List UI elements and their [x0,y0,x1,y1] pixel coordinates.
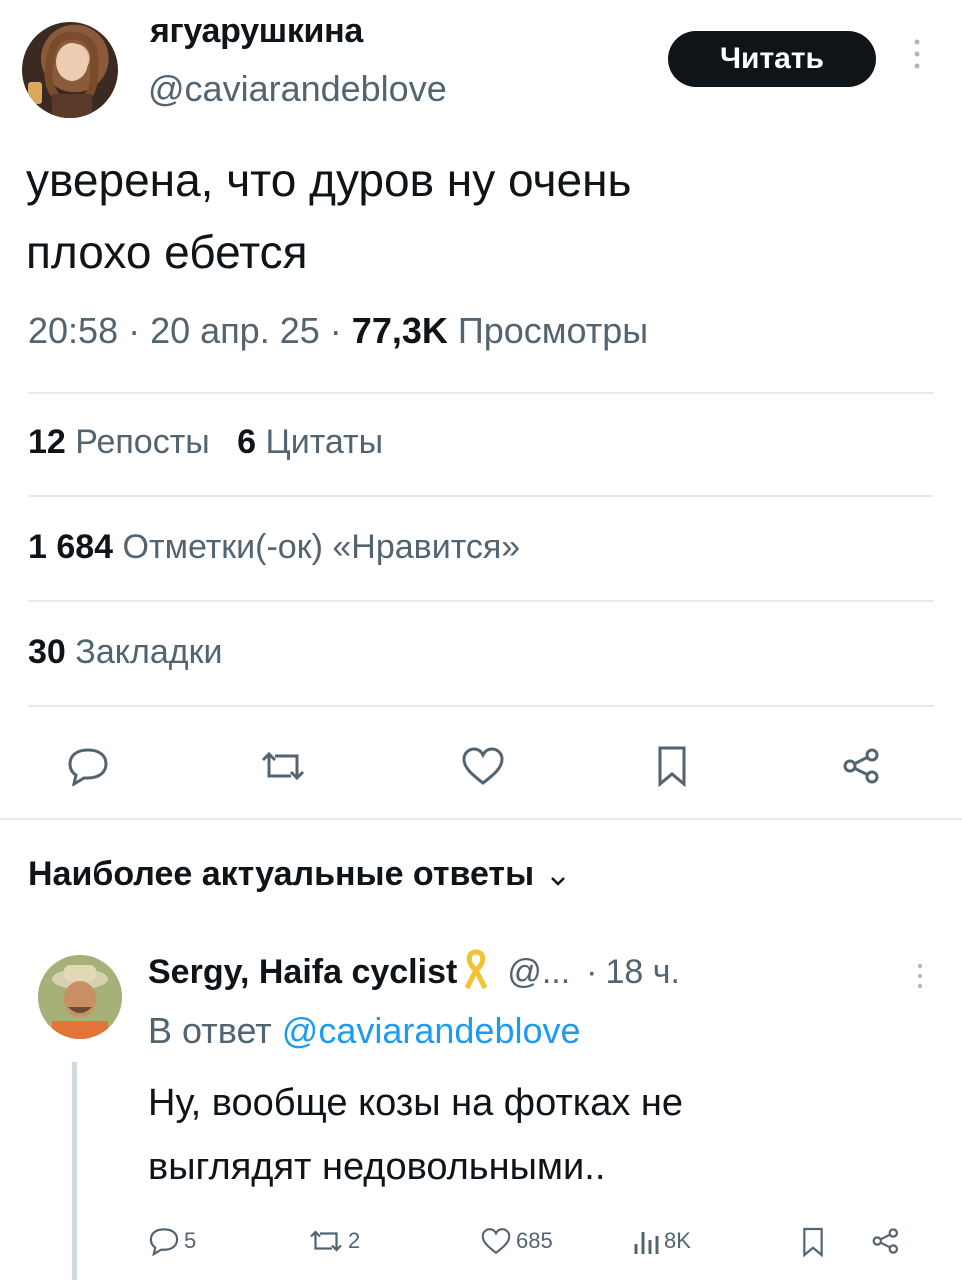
more-icon[interactable] [905,36,929,72]
reply-to-prefix: В ответ [148,1010,272,1051]
author-name[interactable]: ягуарушкина [150,12,363,51]
views-icon [634,1232,659,1254]
reply-reposts-count: 2 [348,1228,361,1253]
views-label: Просмотры [457,310,649,351]
reply-icon [149,1228,179,1256]
bookmarks-stat[interactable]: 30 Закладки [28,633,222,672]
reply-icon[interactable] [60,742,116,790]
reply-actions: 5 2 685 8K [148,1226,918,1266]
follow-button-label: Читать [719,42,825,75]
reply-share-icon[interactable] [870,1226,902,1261]
reply-like-button[interactable]: 685 [480,1226,553,1256]
chevron-down-icon [550,857,566,896]
bookmarks-count: 30 [28,633,66,671]
repost-icon[interactable] [255,742,311,790]
quotes-count: 6 [237,423,257,461]
repost-icon [310,1230,342,1252]
reply-author-avatar[interactable] [38,955,122,1039]
likes-stat[interactable]: 1 684 Отметки(-ок) «Нравится» [28,528,520,567]
divider [28,705,934,707]
author-handle[interactable]: @caviarandeblove [148,68,447,110]
reply-header: Sergy, Haifa cyclist @... · 18 ч. [148,946,680,999]
bookmarks-label: Закладки [75,633,223,671]
bookmark-icon[interactable] [644,742,700,790]
like-icon[interactable] [455,742,511,790]
reply-replies-count: 5 [184,1228,197,1253]
reply-repost-button[interactable]: 2 [308,1226,360,1256]
follow-button[interactable]: Читать [668,31,876,87]
section-separator [0,818,962,820]
quotes-label: Цитаты [265,423,384,461]
reply-author-handle[interactable]: @... [507,953,570,992]
divider [28,495,934,497]
meta-separator: · [329,310,342,351]
reposts-count: 12 [28,423,66,461]
quotes-stat[interactable]: 6 Цитаты [237,423,383,461]
reposts-quotes-row: 12 Репосты 6 Цитаты [28,423,383,462]
reposts-stat[interactable]: 12 Репосты [28,423,219,461]
tweet-date[interactable]: 20 апр. 25 [150,310,320,351]
reply-views-button[interactable]: 8K [632,1226,691,1256]
reply-avatar-image [38,955,122,1039]
reply-more-icon[interactable] [912,962,928,990]
reply-meta-separator: · [586,953,598,991]
meta-separator: · [128,310,141,351]
reposts-label: Репосты [75,423,210,461]
reply-text-line-1: Ну, вообще козы на фотках не [148,1082,684,1124]
tweet-meta: 20:58 · 20 апр. 25 · 77,3K Просмотры [28,310,648,352]
tweet-text-line-1: уверена, что дуров ну очень [26,154,632,206]
reply-views-count: 8K [664,1228,691,1253]
reply-age[interactable]: 18 ч. [606,953,680,992]
divider [28,392,934,394]
reply-to-line: В ответ @caviarandeblove [148,1010,581,1052]
likes-count: 1 684 [28,528,114,566]
share-icon[interactable] [834,742,890,790]
reply-reply-button[interactable]: 5 [148,1226,196,1256]
like-icon [481,1228,511,1255]
replies-sort-toggle[interactable]: Наиболее актуальные ответы [28,855,566,896]
reply-to-handle[interactable]: @caviarandeblove [282,1010,581,1051]
avatar-image [28,31,99,118]
views-count: 77,3K [351,310,448,351]
tweet-time[interactable]: 20:58 [28,310,118,351]
reply-author-name[interactable]: Sergy, Haifa cyclist [148,953,457,992]
ribbon-icon [461,946,491,999]
divider [28,600,934,602]
tweet-text-line-2: плохо ебется [26,226,308,278]
replies-header-label: Наиболее актуальные ответы [28,855,535,893]
author-avatar[interactable] [22,22,118,118]
likes-label: Отметки(-ок) «Нравится» [122,528,521,566]
thread-line [72,1062,77,1280]
reply-text-line-2: выглядят недовольными.. [148,1146,606,1188]
reply-bookmark-icon[interactable] [800,1226,826,1263]
reply-likes-count: 685 [516,1228,553,1253]
